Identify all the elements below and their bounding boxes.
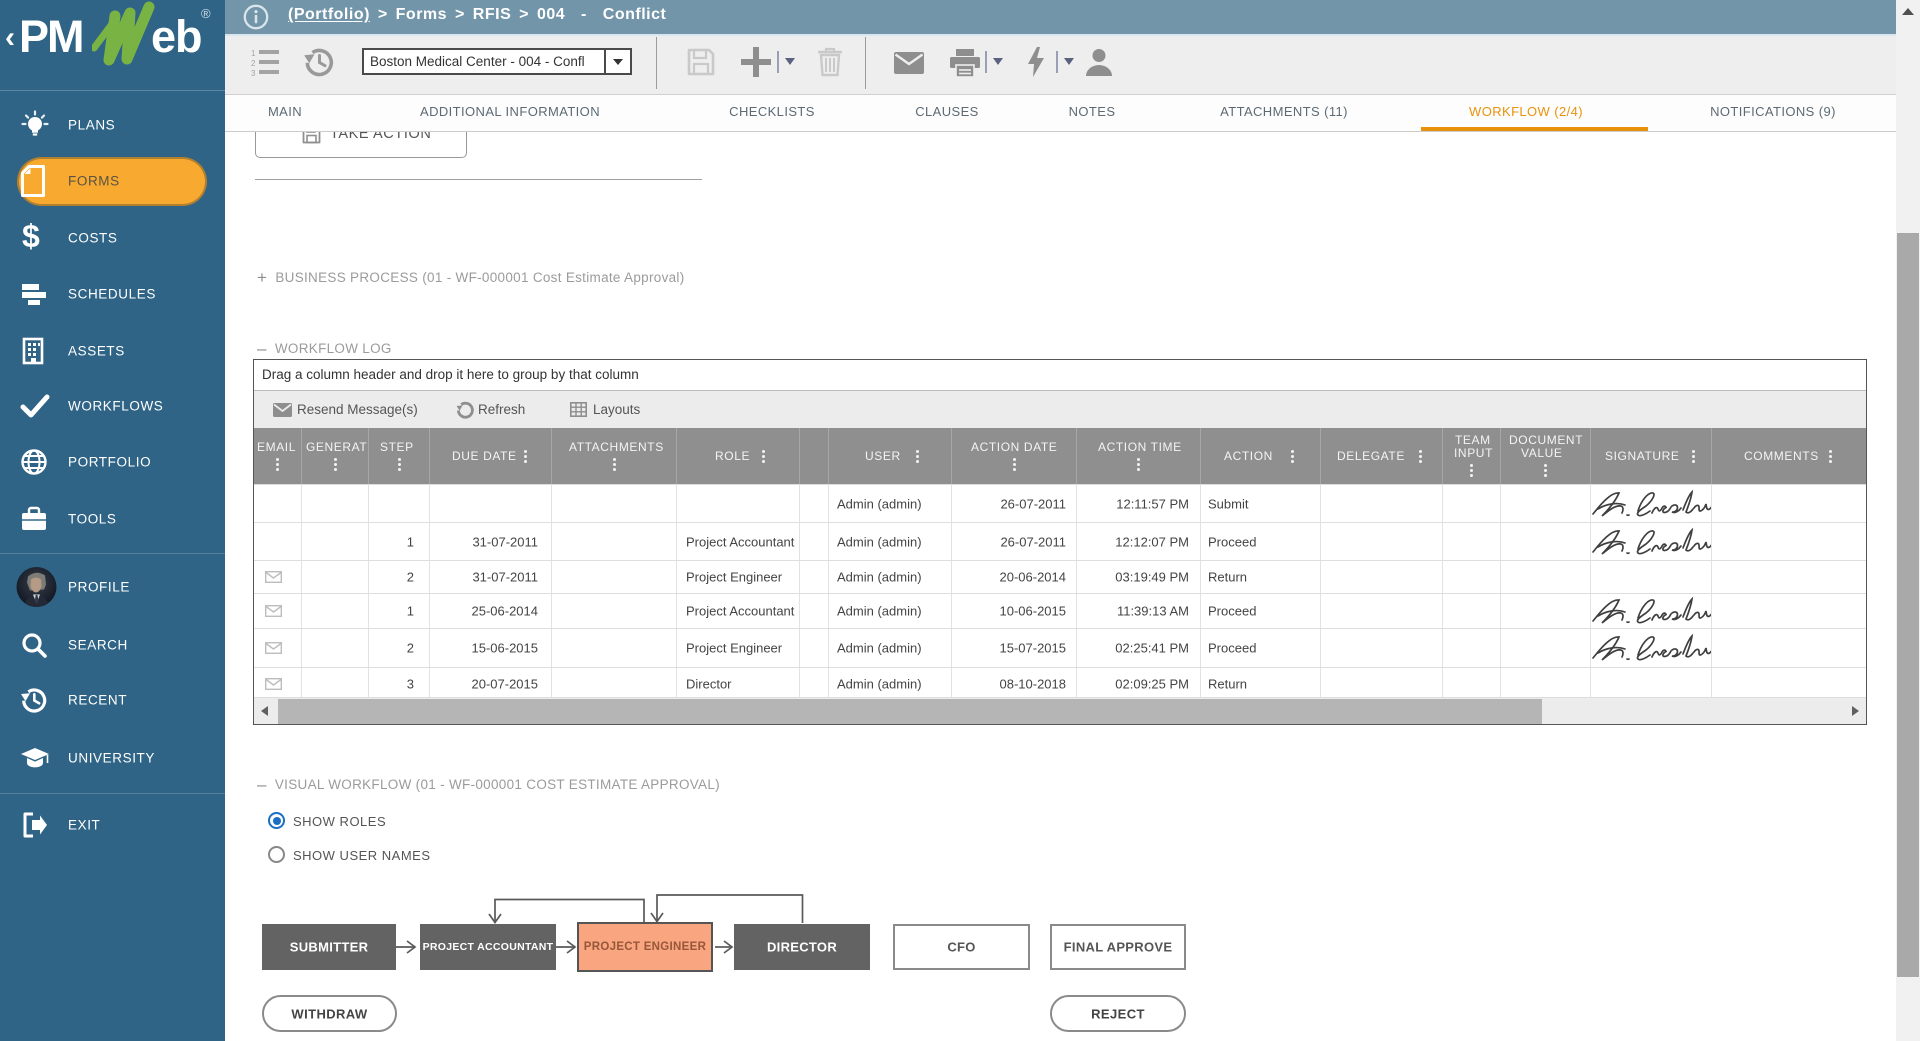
svg-text:3: 3 (251, 69, 256, 76)
svg-text:2: 2 (251, 59, 256, 68)
svg-text:1: 1 (251, 49, 256, 58)
